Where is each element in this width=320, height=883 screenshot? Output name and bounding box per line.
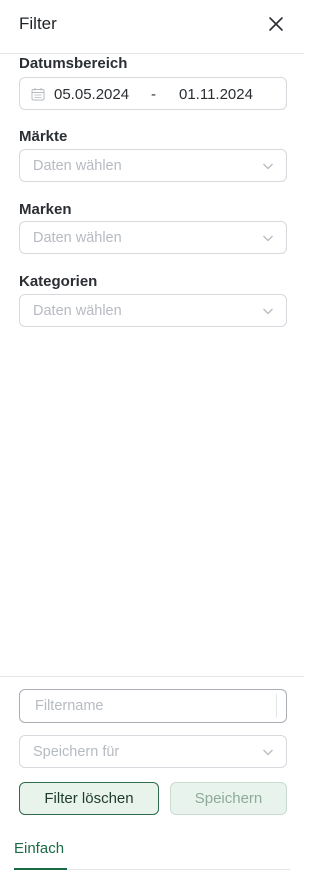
categories-label: Kategorien: [19, 273, 98, 290]
date-start-value[interactable]: 05.05.2024: [54, 86, 129, 103]
chevron-down-icon: [263, 235, 273, 242]
date-range-picker[interactable]: 05.05.2024 - 01.11.2024: [19, 77, 287, 110]
chevron-down-icon: [263, 308, 273, 315]
calendar-icon: [31, 88, 45, 101]
markets-placeholder: Daten wählen: [33, 158, 122, 174]
tab-einfach[interactable]: Einfach: [14, 840, 64, 857]
chevron-down-icon: [263, 749, 273, 756]
clear-filter-button[interactable]: Filter löschen: [19, 782, 159, 815]
markets-label: Märkte: [19, 128, 68, 145]
close-icon[interactable]: [266, 14, 286, 34]
filter-name-field[interactable]: [19, 689, 287, 723]
markets-select[interactable]: Daten wählen: [19, 149, 287, 182]
date-end-value[interactable]: 01.11.2024: [179, 86, 253, 103]
brands-label: Marken: [19, 201, 72, 218]
save-for-placeholder: Speichern für: [33, 744, 120, 760]
chevron-down-icon: [263, 163, 273, 170]
date-range-label: Datumsbereich: [19, 55, 128, 72]
save-button[interactable]: Speichern: [170, 782, 287, 815]
filter-panel-header: Filter: [0, 0, 304, 54]
save-for-select[interactable]: Speichern für: [19, 735, 287, 768]
brands-placeholder: Daten wählen: [33, 230, 122, 246]
input-scroll-edge: [276, 694, 277, 718]
active-tab-indicator: [14, 868, 67, 870]
filter-name-input[interactable]: [21, 691, 275, 721]
date-separator: -: [151, 86, 156, 103]
categories-placeholder: Daten wählen: [33, 303, 122, 319]
brands-select[interactable]: Daten wählen: [19, 221, 287, 254]
categories-select[interactable]: Daten wählen: [19, 294, 287, 327]
panel-title: Filter: [19, 14, 57, 33]
